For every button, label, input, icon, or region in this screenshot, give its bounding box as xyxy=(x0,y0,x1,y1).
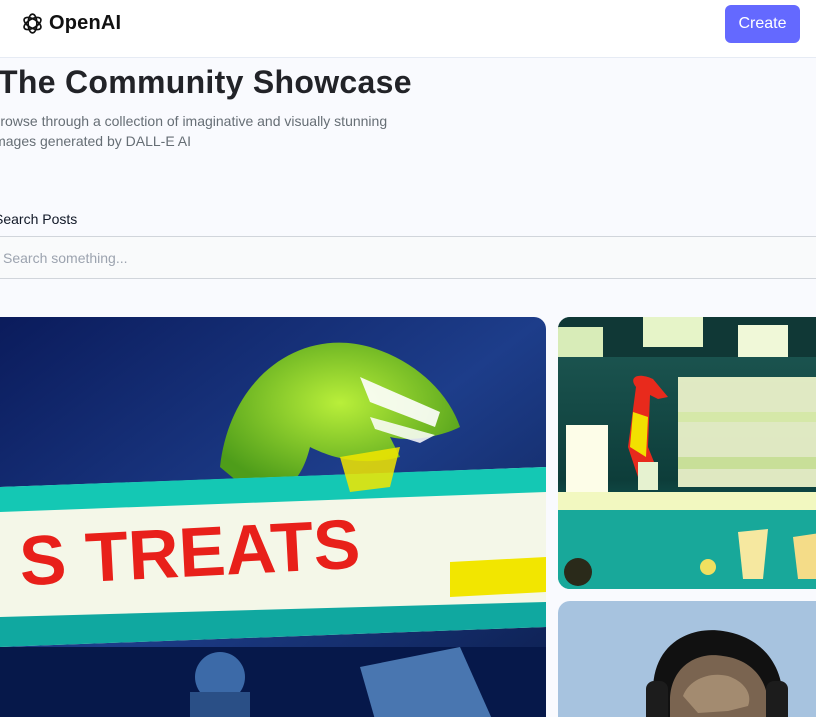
logo[interactable]: OpenAI xyxy=(20,11,121,36)
post-image xyxy=(558,317,816,589)
search-label: Search Posts xyxy=(0,211,78,227)
create-button[interactable]: Create xyxy=(725,5,800,43)
post-card[interactable] xyxy=(558,601,816,717)
header: OpenAI Create xyxy=(0,0,816,58)
page-subtitle: Browse through a collection of imaginati… xyxy=(0,113,388,149)
post-image xyxy=(558,601,816,717)
post-image: S TREATS xyxy=(0,317,546,717)
post-card[interactable]: S TREATS xyxy=(0,317,546,717)
post-card[interactable] xyxy=(558,317,816,589)
openai-logo-icon xyxy=(23,13,42,34)
page-title: The Community Showcase xyxy=(0,64,412,100)
logo-text: OpenAI xyxy=(49,12,122,34)
search-input[interactable] xyxy=(0,236,816,279)
